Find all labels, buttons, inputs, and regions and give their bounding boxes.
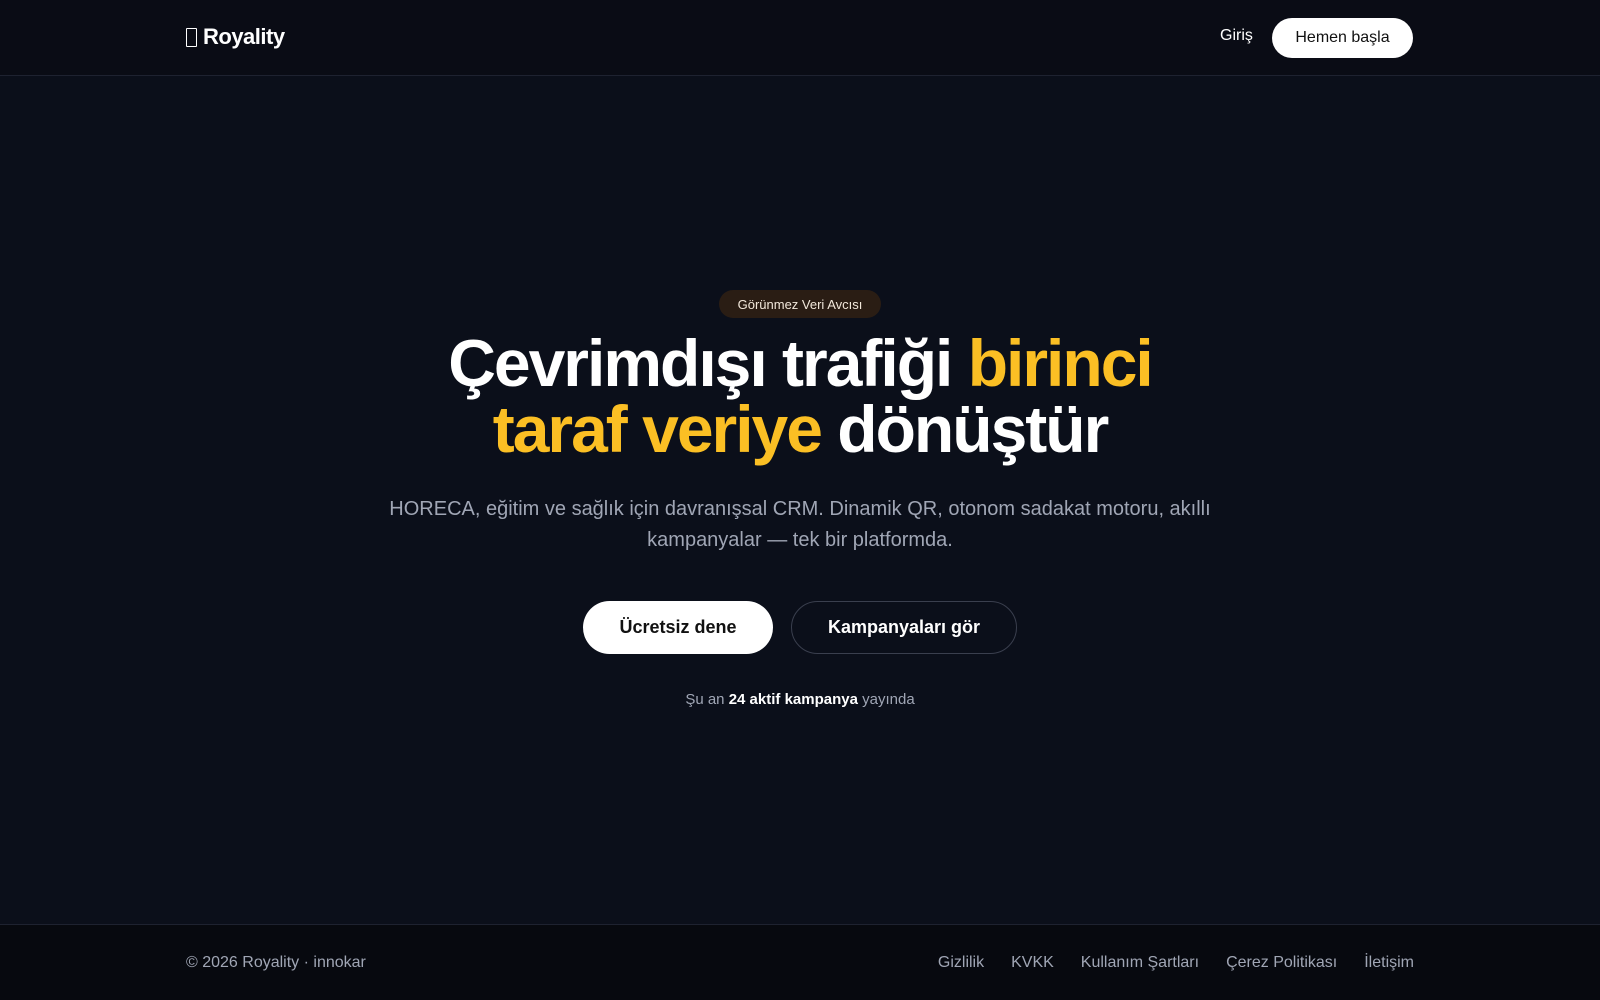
footer-links: Gizlilik KVKK Kullanım Şartları Çerez Po… xyxy=(938,954,1414,972)
hero-badge: Görünmez Veri Avcısı xyxy=(719,290,881,318)
login-link[interactable]: Giriş xyxy=(1220,27,1253,45)
status-count: 24 aktif kampanya xyxy=(728,691,858,708)
footer-link-kvkk[interactable]: KVKK xyxy=(1011,954,1054,972)
brand-logo[interactable]: Royality xyxy=(186,24,285,50)
footer-link-terms[interactable]: Kullanım Şartları xyxy=(1081,954,1199,972)
brand-name: Royality xyxy=(203,24,285,49)
free-trial-button[interactable]: Ücretsiz dene xyxy=(583,601,773,654)
footer: © 2026 Royality · innokar Gizlilik KVKK … xyxy=(0,924,1600,1000)
active-campaigns-status: Şu an 24 aktif kampanya yayında xyxy=(500,691,1100,708)
hero-subtitle: HORECA, eğitim ve sağlık için davranışsa… xyxy=(389,498,1211,551)
status-suffix: yayında xyxy=(857,691,915,708)
headline-part1: Çevrimdışı trafiği xyxy=(448,326,968,400)
footer-link-privacy[interactable]: Gizlilik xyxy=(938,954,984,972)
headline-part2: dönüştür xyxy=(820,392,1109,466)
footer-link-contact[interactable]: İletişim xyxy=(1364,954,1414,972)
hero-section: Görünmez Veri Avcısı Çevrimdışı trafiği … xyxy=(0,76,1600,924)
view-campaigns-button[interactable]: Kampanyaları gör xyxy=(791,601,1017,654)
hero-headline: Çevrimdışı trafiği birinci taraf veriye … xyxy=(300,330,1300,462)
logo-icon xyxy=(186,27,197,47)
copyright: © 2026 Royality · innokar xyxy=(186,954,366,971)
headline-highlight1: birinci xyxy=(967,326,1154,400)
get-started-button[interactable]: Hemen başla xyxy=(1272,18,1413,58)
status-prefix: Şu an xyxy=(685,691,729,708)
top-nav: Royality Giriş Hemen başla xyxy=(0,0,1600,76)
headline-highlight2: taraf veriye xyxy=(492,392,823,466)
footer-link-cookies[interactable]: Çerez Politikası xyxy=(1226,954,1337,972)
